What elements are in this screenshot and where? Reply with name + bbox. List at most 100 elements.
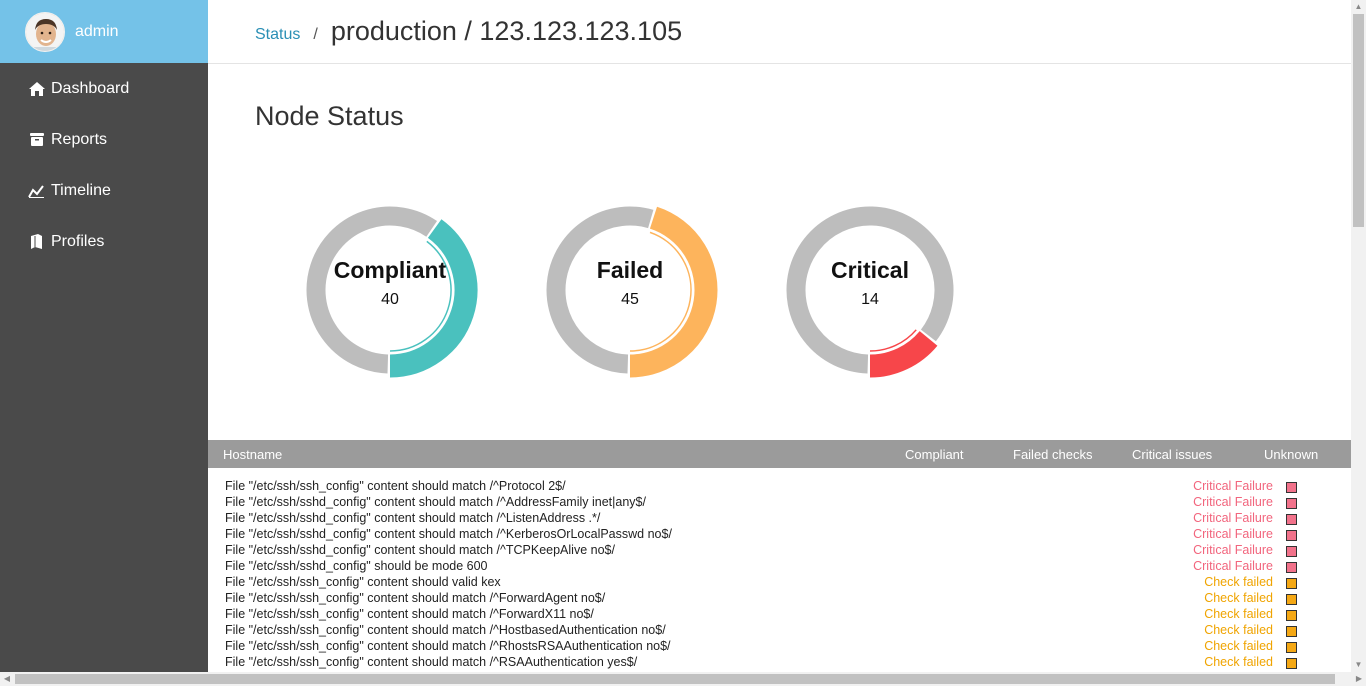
column-header-unknown[interactable]: Unknown	[1264, 447, 1318, 462]
row-description: File "/etc/ssh/sshd_config" content shou…	[225, 511, 601, 525]
row-description: File "/etc/ssh/ssh_config" content shoul…	[225, 639, 671, 653]
donut-value: 14	[861, 291, 879, 308]
critical-donut-chart: Critical 14	[780, 200, 960, 380]
row-description: File "/etc/ssh/ssh_config" content shoul…	[225, 607, 594, 621]
sidebar-nav: Dashboard Reports Timeline Profiles	[0, 63, 208, 267]
status-indicator	[1286, 594, 1297, 605]
row-status: Critical Failure	[1193, 511, 1273, 525]
critical-value-arc	[869, 330, 938, 378]
main-content: Status / production / 123.123.123.105 No…	[208, 0, 1351, 672]
status-indicator	[1286, 642, 1297, 653]
row-status: Critical Failure	[1193, 527, 1273, 541]
user-profile[interactable]: admin	[0, 0, 208, 63]
row-status: Check failed	[1204, 639, 1273, 653]
critical-donut-svg	[786, 206, 954, 378]
table-row[interactable]: File "/etc/ssh/sshd_config" content shou…	[208, 543, 1351, 559]
table-row[interactable]: File "/etc/ssh/ssh_config" content shoul…	[208, 655, 1351, 671]
horizontal-scrollbar-thumb[interactable]	[15, 674, 1335, 684]
column-header-failed-checks[interactable]: Failed checks	[1013, 447, 1092, 462]
breadcrumb-status-link[interactable]: Status	[255, 26, 300, 44]
row-status: Critical Failure	[1193, 479, 1273, 493]
sidebar-item-label: Timeline	[51, 181, 111, 199]
compliant-donut-svg	[306, 206, 478, 378]
inbox-icon	[28, 131, 45, 148]
table-row[interactable]: File "/etc/ssh/ssh_config" content shoul…	[208, 607, 1351, 623]
scroll-up-icon[interactable]: ▲	[1351, 0, 1366, 14]
row-status: Check failed	[1204, 623, 1273, 637]
compliant-donut-chart: Compliant 40	[300, 200, 480, 380]
sidebar-item-label: Profiles	[51, 232, 105, 250]
donut-label: Critical	[831, 257, 909, 283]
row-status: Check failed	[1204, 655, 1273, 669]
scroll-left-icon[interactable]: ◀	[0, 672, 14, 686]
page-title: production / 123.123.123.105	[330, 16, 683, 46]
row-description: File "/etc/ssh/sshd_config" content shou…	[225, 527, 672, 541]
vertical-scrollbar-thumb[interactable]	[1353, 14, 1364, 227]
line-chart-icon	[28, 182, 45, 199]
scroll-down-icon[interactable]: ▼	[1351, 658, 1366, 672]
user-name[interactable]: admin	[75, 23, 119, 41]
row-description: File "/etc/ssh/sshd_config" content shou…	[225, 543, 615, 557]
sidebar-item-label: Reports	[51, 130, 108, 148]
row-status: Critical Failure	[1193, 543, 1273, 557]
status-indicator	[1286, 626, 1297, 637]
breadcrumb-separator: /	[313, 25, 318, 43]
sidebar-item-profiles[interactable]: Profiles	[0, 216, 208, 267]
status-indicator	[1286, 482, 1297, 493]
row-description: File "/etc/ssh/ssh_config" content shoul…	[225, 655, 638, 669]
failed-donut-svg	[546, 206, 718, 378]
table-row[interactable]: File "/etc/ssh/sshd_config" content shou…	[208, 495, 1351, 511]
compliant-remainder-arc	[306, 206, 438, 374]
row-description: File "/etc/ssh/sshd_config" content shou…	[225, 495, 646, 509]
sidebar-item-timeline[interactable]: Timeline	[0, 165, 208, 216]
status-indicator	[1286, 562, 1297, 573]
avatar[interactable]	[25, 11, 65, 52]
results-table-body: File "/etc/ssh/ssh_config" content shoul…	[208, 479, 1351, 671]
row-description: File "/etc/ssh/sshd_config" should be mo…	[225, 559, 488, 573]
donut-value: 40	[381, 291, 399, 308]
column-header-hostname[interactable]: Hostname	[223, 447, 282, 462]
table-header: Hostname Compliant Failed checks Critica…	[208, 440, 1351, 468]
donut-value: 45	[621, 291, 639, 308]
table-row[interactable]: File "/etc/ssh/ssh_config" content shoul…	[208, 639, 1351, 655]
table-row[interactable]: File "/etc/ssh/ssh_config" content shoul…	[208, 623, 1351, 639]
row-description: File "/etc/ssh/ssh_config" content shoul…	[225, 575, 501, 589]
donut-label: Compliant	[333, 257, 447, 283]
vertical-scrollbar[interactable]: ▲ ▼	[1351, 0, 1366, 672]
table-row[interactable]: File "/etc/ssh/ssh_config" content shoul…	[208, 479, 1351, 495]
row-status: Critical Failure	[1193, 559, 1273, 573]
column-header-compliant[interactable]: Compliant	[905, 447, 964, 462]
status-indicator	[1286, 530, 1297, 541]
status-indicator	[1286, 578, 1297, 589]
status-indicator	[1286, 514, 1297, 525]
row-status: Critical Failure	[1193, 495, 1273, 509]
table-row[interactable]: File "/etc/ssh/sshd_config" should be mo…	[208, 559, 1351, 575]
sidebar-item-label: Dashboard	[51, 79, 130, 97]
status-indicator	[1286, 658, 1297, 669]
sidebar-item-reports[interactable]: Reports	[0, 114, 208, 165]
donut-label: Failed	[596, 257, 664, 283]
row-description: File "/etc/ssh/ssh_config" content shoul…	[225, 591, 606, 605]
row-status: Check failed	[1204, 607, 1273, 621]
table-row[interactable]: File "/etc/ssh/ssh_config" content shoul…	[208, 591, 1351, 607]
row-description: File "/etc/ssh/ssh_config" content shoul…	[225, 623, 666, 637]
sidebar: admin Dashboard Reports Timeline Profile…	[0, 0, 208, 686]
table-row[interactable]: File "/etc/ssh/sshd_config" content shou…	[208, 527, 1351, 543]
section-title: Node Status	[255, 101, 404, 131]
row-description: File "/etc/ssh/ssh_config" content shoul…	[225, 479, 566, 493]
table-row[interactable]: File "/etc/ssh/sshd_config" content shou…	[208, 511, 1351, 527]
status-indicator	[1286, 498, 1297, 509]
table-row[interactable]: File "/etc/ssh/ssh_config" content shoul…	[208, 575, 1351, 591]
breadcrumb: Status / production / 123.123.123.105	[208, 0, 1351, 64]
column-header-critical-issues[interactable]: Critical issues	[1132, 447, 1212, 462]
scroll-right-icon[interactable]: ▶	[1352, 672, 1366, 686]
row-status: Check failed	[1204, 591, 1273, 605]
horizontal-scrollbar[interactable]: ◀ ▶	[0, 672, 1366, 686]
row-status: Check failed	[1204, 575, 1273, 589]
failed-remainder-arc	[546, 206, 654, 374]
book-icon	[28, 233, 45, 250]
sidebar-item-dashboard[interactable]: Dashboard	[0, 63, 208, 114]
home-icon	[28, 80, 45, 97]
status-indicator	[1286, 610, 1297, 621]
failed-donut-chart: Failed 45	[540, 200, 720, 380]
